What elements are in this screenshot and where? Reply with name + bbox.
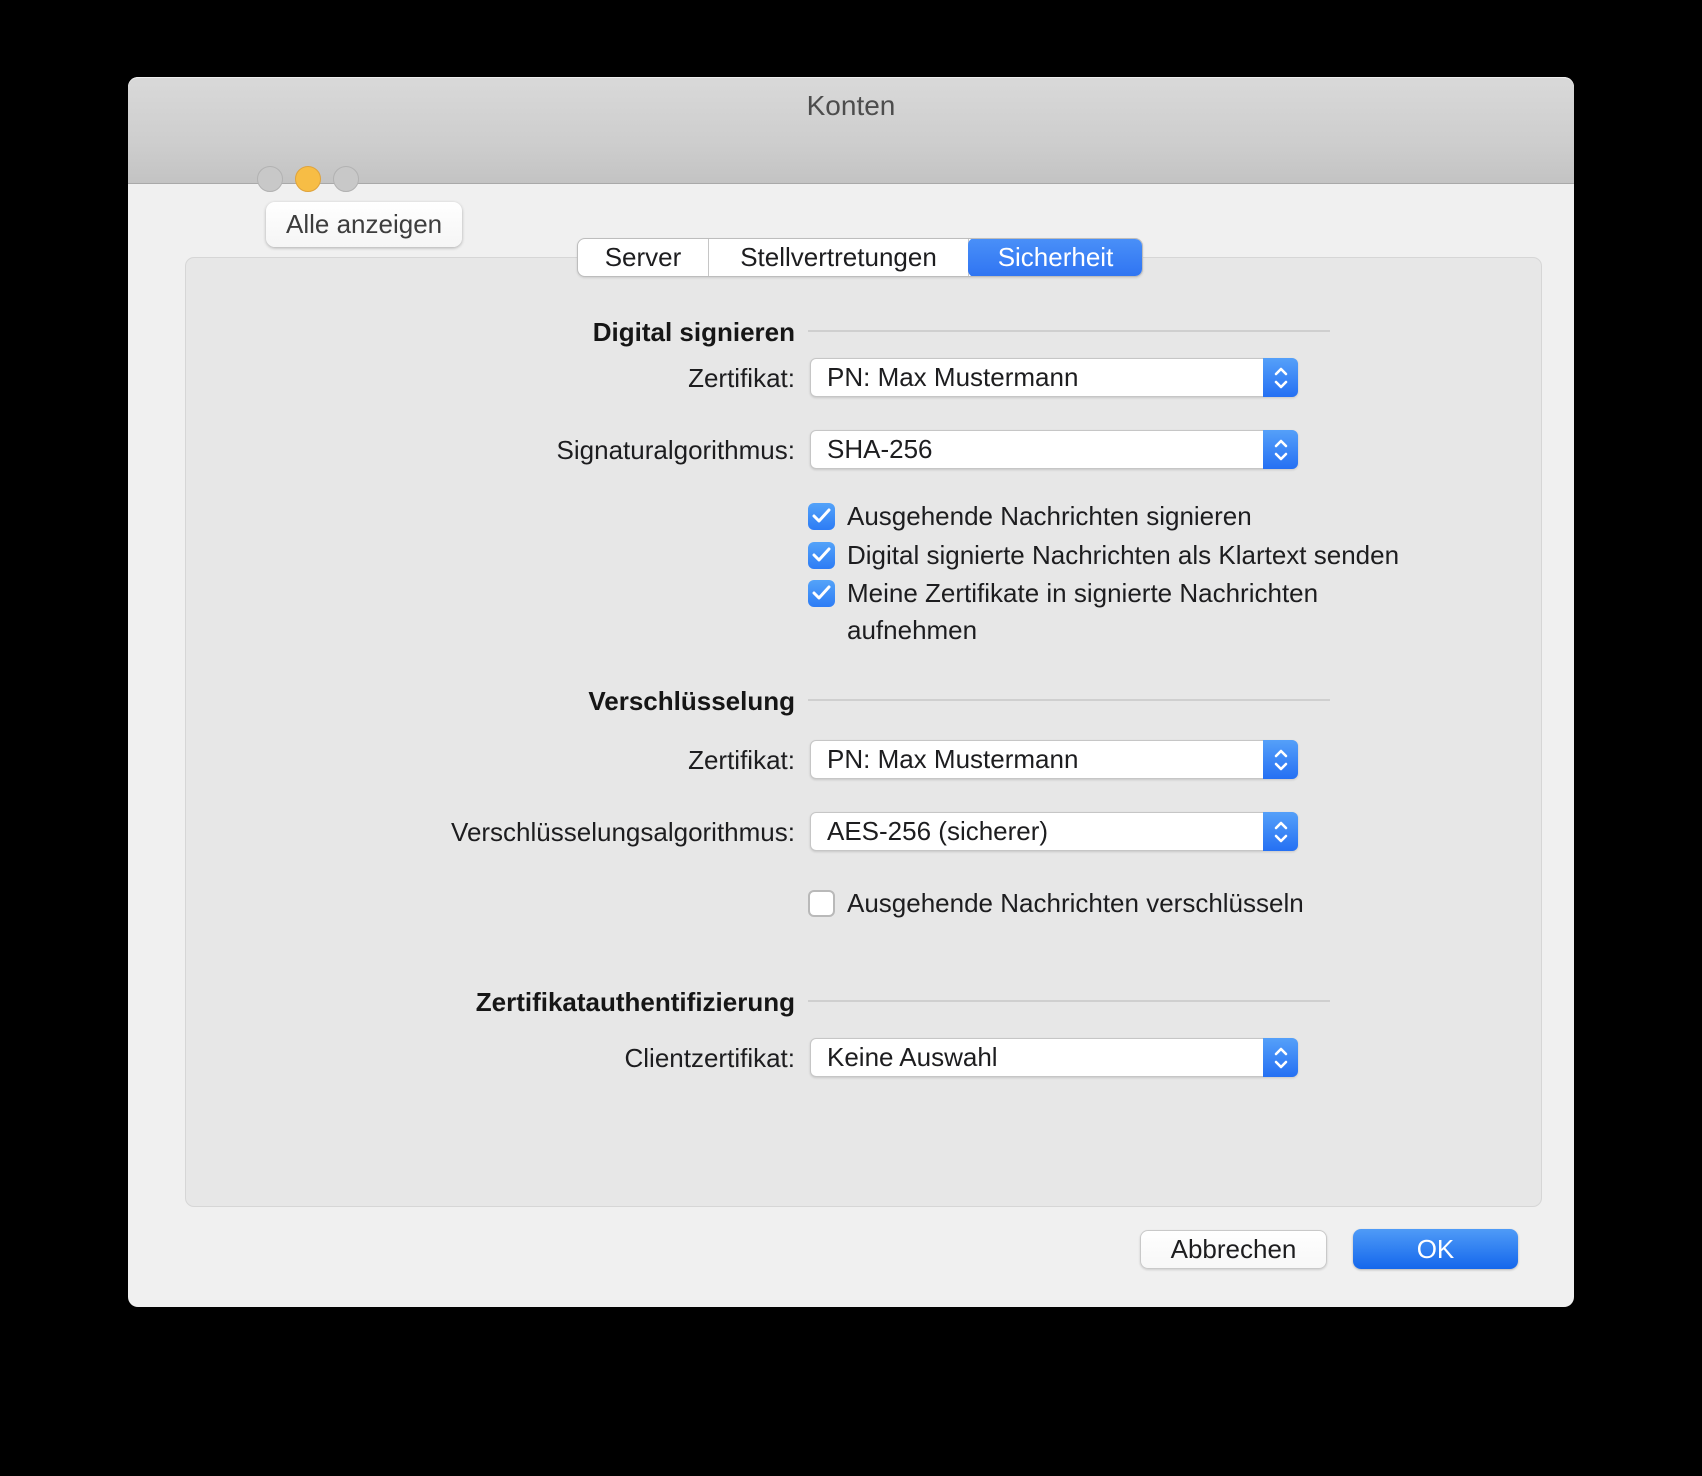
signing-certificate-popup[interactable]: PN: Max Mustermann	[810, 358, 1298, 397]
window-title: Konten	[128, 90, 1574, 122]
sign-outgoing-label: Ausgehende Nachrichten signieren	[847, 498, 1252, 535]
show-all-button[interactable]: Alle anzeigen	[266, 202, 462, 247]
window-zoom-button[interactable]	[333, 166, 359, 192]
section-title-cert-auth: Zertifikatauthentifizierung	[476, 988, 795, 1016]
cleartext-signed-label: Digital signierte Nachrichten als Klarte…	[847, 537, 1399, 574]
cleartext-signed-checkbox[interactable]	[808, 542, 835, 569]
encryption-certificate-popup[interactable]: PN: Max Mustermann	[810, 740, 1298, 779]
encryption-algorithm-popup[interactable]: AES-256 (sicherer)	[810, 812, 1298, 851]
encrypt-outgoing-label: Ausgehende Nachrichten verschlüsseln	[847, 885, 1304, 922]
window-minimize-button[interactable]	[295, 166, 321, 192]
account-tabs: Server Stellvertretungen Sicherheit	[577, 238, 1143, 277]
section-divider	[808, 1000, 1330, 1002]
up-down-chevrons-icon	[1263, 812, 1298, 851]
tab-sicherheit[interactable]: Sicherheit	[968, 238, 1143, 277]
tab-stellvertretungen[interactable]: Stellvertretungen	[709, 239, 969, 276]
title-bar[interactable]: Konten	[128, 77, 1574, 184]
section-title-digital-signing: Digital signieren	[593, 318, 795, 346]
signature-algorithm-label: Signaturalgorithmus:	[557, 436, 795, 464]
client-certificate-label: Clientzertifikat:	[625, 1044, 796, 1072]
signature-algorithm-value: SHA-256	[827, 431, 933, 468]
up-down-chevrons-icon	[1263, 740, 1298, 779]
sign-outgoing-checkbox[interactable]	[808, 503, 835, 530]
client-certificate-popup[interactable]: Keine Auswahl	[810, 1038, 1298, 1077]
include-certificates-checkbox[interactable]	[808, 580, 835, 607]
encrypt-outgoing-checkbox[interactable]	[808, 890, 835, 917]
tab-server[interactable]: Server	[578, 239, 709, 276]
window-close-button[interactable]	[257, 166, 283, 192]
cancel-button[interactable]: Abbrechen	[1140, 1230, 1327, 1269]
signing-certificate-label: Zertifikat:	[688, 364, 795, 392]
encryption-algorithm-label: Verschlüsselungsalgorithmus:	[451, 818, 795, 846]
encryption-certificate-value: PN: Max Mustermann	[827, 741, 1078, 778]
up-down-chevrons-icon	[1263, 430, 1298, 469]
up-down-chevrons-icon	[1263, 358, 1298, 397]
encryption-algorithm-value: AES-256 (sicherer)	[827, 813, 1048, 850]
client-certificate-value: Keine Auswahl	[827, 1039, 998, 1076]
encryption-certificate-label: Zertifikat:	[688, 746, 795, 774]
ok-button[interactable]: OK	[1353, 1229, 1518, 1269]
section-divider	[808, 699, 1330, 701]
include-certificates-label: Meine Zertifikate in signierte Nachricht…	[847, 575, 1327, 649]
signature-algorithm-popup[interactable]: SHA-256	[810, 430, 1298, 469]
up-down-chevrons-icon	[1263, 1038, 1298, 1077]
signing-certificate-value: PN: Max Mustermann	[827, 359, 1078, 396]
section-divider	[808, 330, 1330, 332]
section-title-encryption: Verschlüsselung	[588, 687, 795, 715]
